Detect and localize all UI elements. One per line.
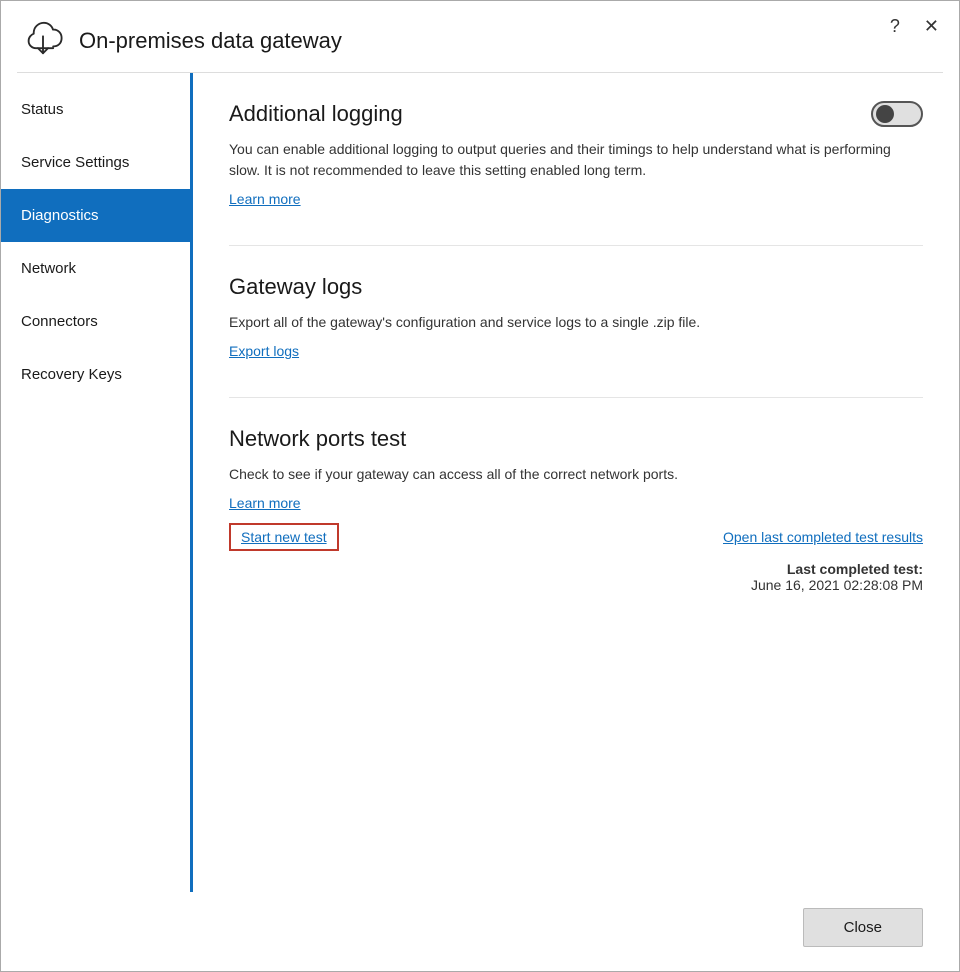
help-button[interactable]: ? [886, 15, 904, 37]
network-ports-test-section: Network ports test Check to see if your … [229, 426, 923, 593]
window-close-button[interactable]: ✕ [920, 15, 943, 37]
sidebar-item-service-settings[interactable]: Service Settings [1, 136, 190, 189]
last-completed-date: June 16, 2021 02:28:08 PM [751, 577, 923, 593]
app-icon [21, 19, 65, 62]
additional-logging-learn-more[interactable]: Learn more [229, 191, 301, 207]
main-window: On-premises data gateway ? ✕ Status Serv… [0, 0, 960, 972]
last-test-info: Last completed test: June 16, 2021 02:28… [229, 561, 923, 593]
sidebar-item-status[interactable]: Status [1, 83, 190, 136]
title-bar-controls: ? ✕ [886, 15, 943, 37]
network-ports-learn-more[interactable]: Learn more [229, 495, 923, 511]
open-last-results-link[interactable]: Open last completed test results [723, 529, 923, 545]
main-content: Additional logging You can enable additi… [193, 73, 959, 892]
divider-1 [229, 245, 923, 246]
close-button[interactable]: Close [803, 908, 923, 947]
divider-2 [229, 397, 923, 398]
sidebar-item-network[interactable]: Network [1, 242, 190, 295]
window-title: On-premises data gateway [79, 28, 342, 54]
start-new-test-link[interactable]: Start new test [229, 523, 339, 551]
additional-logging-description: You can enable additional logging to out… [229, 139, 923, 181]
export-logs-link[interactable]: Export logs [229, 343, 299, 359]
network-ports-test-title: Network ports test [229, 426, 923, 452]
sidebar-item-recovery-keys[interactable]: Recovery Keys [1, 348, 190, 401]
last-completed-label: Last completed test: [787, 561, 923, 577]
additional-logging-title: Additional logging [229, 101, 923, 127]
title-bar: On-premises data gateway ? ✕ [1, 1, 959, 72]
sidebar: Status Service Settings Diagnostics Netw… [1, 73, 193, 892]
toggle-knob [876, 105, 894, 123]
gateway-logs-description: Export all of the gateway's configuratio… [229, 312, 923, 333]
test-actions-row: Start new test Open last completed test … [229, 523, 923, 551]
content-area: Status Service Settings Diagnostics Netw… [1, 73, 959, 892]
gateway-logs-section: Gateway logs Export all of the gateway's… [229, 274, 923, 361]
sidebar-item-connectors[interactable]: Connectors [1, 295, 190, 348]
footer: Close [1, 892, 959, 971]
additional-logging-toggle[interactable] [871, 101, 923, 127]
gateway-logs-title: Gateway logs [229, 274, 923, 300]
additional-logging-section: Additional logging You can enable additi… [229, 101, 923, 209]
network-ports-test-description: Check to see if your gateway can access … [229, 464, 923, 485]
sidebar-item-diagnostics[interactable]: Diagnostics [1, 189, 190, 242]
